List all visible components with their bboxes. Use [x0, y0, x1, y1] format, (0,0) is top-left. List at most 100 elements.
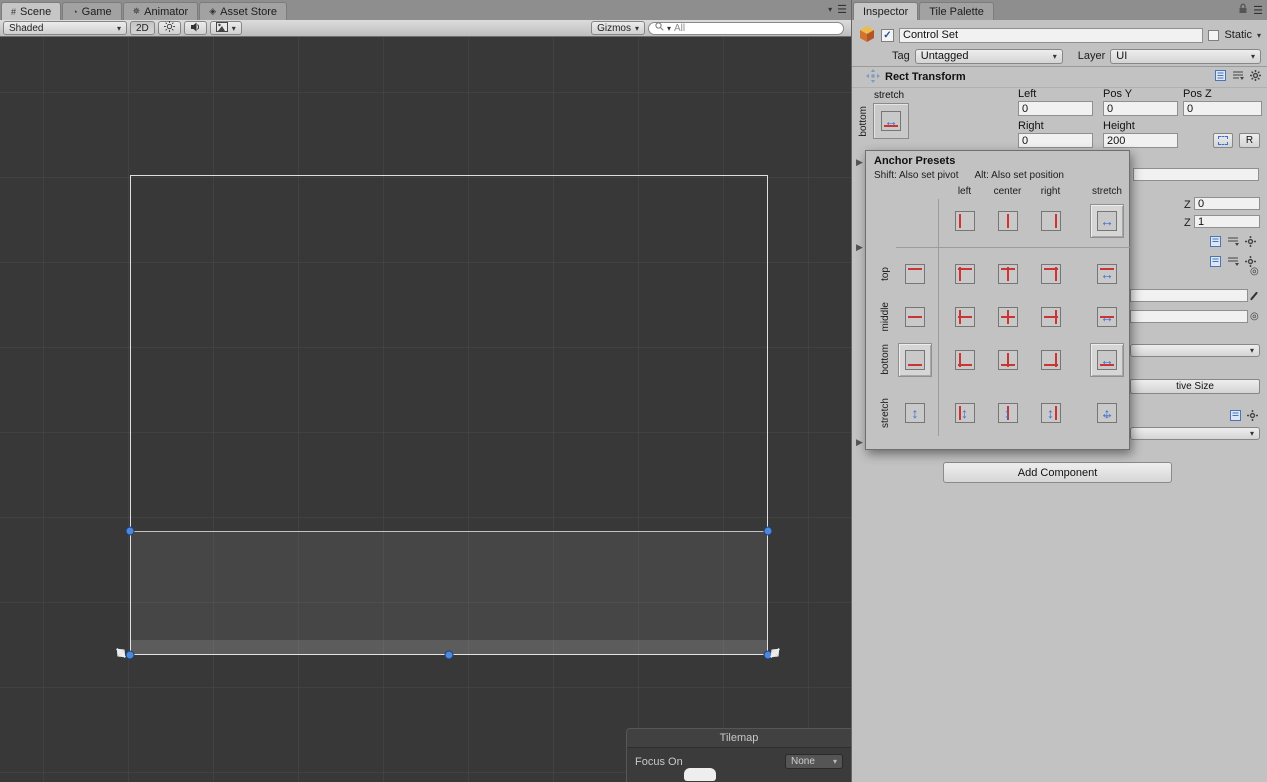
selected-rect-transform[interactable]: [130, 531, 768, 655]
image-icon: [215, 21, 228, 35]
anchor-preset-center-top[interactable]: [997, 263, 1018, 284]
scene-viewport[interactable]: Tilemap Focus On None ▾: [0, 37, 851, 782]
static-chevron-icon[interactable]: ▾: [1257, 31, 1261, 40]
anchor-preset-bottom[interactable]: [898, 342, 932, 377]
scene-sprite-fragment: [684, 768, 716, 781]
tab-animator[interactable]: ✵ Animator: [122, 2, 199, 20]
anchor-preset-top[interactable]: [905, 263, 925, 284]
search-filter-chevron-icon[interactable]: ▾: [667, 24, 671, 33]
presets-icon[interactable]: [1232, 70, 1244, 84]
anchor-preset-left-bottom[interactable]: [954, 349, 975, 370]
raw-edit-label: R: [1245, 135, 1254, 146]
anchor-preset-center-middle[interactable]: [997, 306, 1018, 327]
left-field[interactable]: [1018, 101, 1093, 116]
layer-value: UI: [1116, 50, 1128, 62]
presets-icon[interactable]: [1227, 256, 1239, 270]
anchor-preset-stretch-stretch[interactable]: [1097, 403, 1117, 423]
anchor-preset-middle[interactable]: [905, 306, 925, 327]
tab-game[interactable]: ◔ Game: [62, 2, 122, 20]
chevron-down-icon: ▾: [1250, 51, 1255, 61]
anchors-foldout[interactable]: ▶: [856, 157, 863, 168]
rect-transform-header[interactable]: Rect Transform: [852, 67, 1267, 88]
static-checkbox[interactable]: [1208, 29, 1220, 41]
component-foldout[interactable]: ▶: [856, 437, 863, 448]
gear-icon[interactable]: [1247, 410, 1258, 424]
gear-icon[interactable]: [1245, 236, 1256, 250]
anchor-preset-left-middle[interactable]: [954, 306, 975, 327]
tab-scene[interactable]: # Scene: [1, 2, 62, 20]
tab-inspector[interactable]: Inspector: [853, 2, 919, 20]
hidden-dropdown[interactable]: ▾: [1130, 344, 1260, 357]
active-checkbox[interactable]: ✓: [881, 28, 894, 42]
draw-mode-dropdown[interactable]: Shaded ▾: [3, 21, 127, 35]
pane-dropdown-icon[interactable]: ▾: [828, 5, 832, 14]
help-book-icon[interactable]: [1230, 410, 1241, 424]
anchor-preset-center-bottom[interactable]: [997, 349, 1018, 370]
object-picker-icon[interactable]: ◎: [1250, 311, 1259, 322]
tab-tile-palette[interactable]: Tile Palette: [919, 2, 994, 20]
anchor-preset-left[interactable]: [954, 211, 975, 231]
anchor-preset-center-stretch[interactable]: [997, 403, 1018, 423]
eyedropper-icon[interactable]: [1250, 291, 1258, 301]
pane-menu-icon[interactable]: ☰: [837, 3, 847, 16]
hidden-reference-field[interactable]: [1130, 310, 1248, 323]
lighting-toggle[interactable]: [157, 21, 181, 35]
left-field-label: Left: [1018, 88, 1037, 100]
help-book-icon[interactable]: [1215, 70, 1226, 84]
component-foldout[interactable]: ▶: [856, 242, 863, 253]
scene-search-input[interactable]: ▾ All: [648, 21, 844, 35]
2d-toggle[interactable]: 2D: [130, 21, 155, 35]
right-field[interactable]: [1018, 133, 1093, 148]
inspector-tabbar: Inspector Tile Palette ☰: [852, 0, 1267, 20]
audio-toggle[interactable]: [183, 21, 207, 35]
raw-edit-button[interactable]: R: [1239, 133, 1260, 148]
posy-field[interactable]: [1103, 101, 1178, 116]
anchor-preset-right-stretch[interactable]: [1040, 403, 1061, 423]
rotation-z-field[interactable]: [1194, 197, 1260, 210]
effects-dropdown[interactable]: ▾: [209, 21, 242, 35]
anchor-handle-bottom-center[interactable]: [444, 650, 454, 660]
anchor-preset-right-middle[interactable]: [1040, 306, 1061, 327]
layer-dropdown[interactable]: UI ▾: [1110, 48, 1261, 64]
object-picker-icon[interactable]: ◎: [1250, 266, 1259, 277]
anchor-handle-top-right[interactable]: [763, 526, 773, 536]
anchor-preset-left-stretch[interactable]: [954, 403, 975, 423]
pane-menu-icon[interactable]: ☰: [1253, 4, 1263, 17]
chevron-down-icon: ▾: [116, 23, 121, 33]
presets-icon[interactable]: [1227, 236, 1239, 250]
blueprint-icon: [1218, 136, 1228, 145]
posz-field[interactable]: [1183, 101, 1262, 116]
tab-asset-store[interactable]: ◈ Asset Store: [199, 2, 287, 20]
help-book-icon[interactable]: [1210, 236, 1221, 250]
anchor-presets-button[interactable]: [873, 103, 909, 139]
blueprint-mode-button[interactable]: [1213, 133, 1233, 148]
hidden-field[interactable]: [1133, 168, 1259, 181]
component-title: Rect Transform: [885, 71, 966, 83]
anchor-preset-stretch-middle[interactable]: [1097, 306, 1117, 327]
hidden-dropdown[interactable]: ▾: [1130, 427, 1260, 440]
anchor-preset-left-top[interactable]: [954, 263, 975, 284]
scale-z-field[interactable]: [1194, 215, 1260, 228]
anchor-preset-stretch-v[interactable]: [905, 403, 925, 423]
anchor-preset-stretch-top[interactable]: [1097, 263, 1117, 284]
anchor-preset-center[interactable]: [997, 211, 1018, 231]
gear-icon[interactable]: [1250, 70, 1261, 84]
hidden-reference-field[interactable]: [1130, 289, 1248, 302]
gizmos-dropdown[interactable]: Gizmos ▾: [591, 21, 645, 35]
anchor-preset-stretch-h[interactable]: [1090, 204, 1124, 238]
focus-on-dropdown[interactable]: None ▾: [785, 754, 843, 769]
set-native-size-button[interactable]: tive Size: [1130, 379, 1260, 394]
height-field[interactable]: [1103, 133, 1178, 148]
gameobject-name-field[interactable]: [899, 27, 1204, 43]
anchor-preset-right[interactable]: [1040, 211, 1061, 231]
add-component-button[interactable]: Add Component: [943, 462, 1172, 483]
anchor-presets-grid: left center right stretch top middle bot…: [874, 183, 1130, 436]
help-book-icon[interactable]: [1210, 256, 1221, 270]
lock-icon[interactable]: [1238, 3, 1248, 17]
chevron-down-icon: ▾: [1249, 346, 1254, 355]
anchor-handle-top-left[interactable]: [125, 526, 135, 536]
anchor-preset-right-top[interactable]: [1040, 263, 1061, 284]
tag-dropdown[interactable]: Untagged ▾: [914, 48, 1063, 64]
anchor-preset-right-bottom[interactable]: [1040, 349, 1061, 370]
anchor-preset-stretch-bottom[interactable]: [1090, 342, 1124, 377]
